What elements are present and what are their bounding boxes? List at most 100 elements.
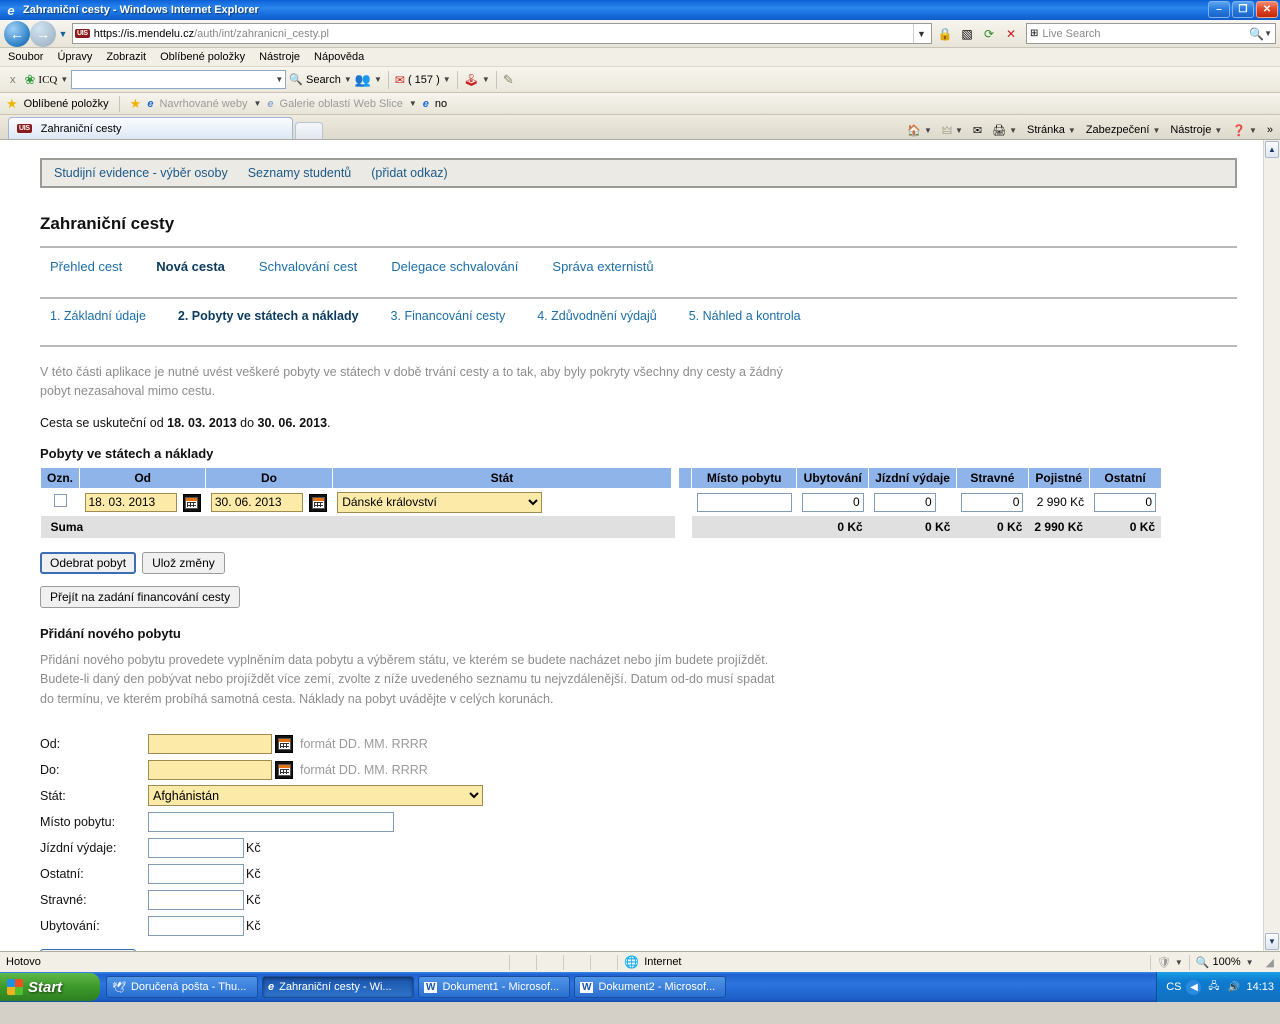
menu-nastroje[interactable]: Nástroje — [259, 51, 300, 63]
breadcrumb-item-studijni-evidence[interactable]: Studijní evidence - výběr osoby — [54, 166, 228, 180]
mail-icon[interactable]: ✉ — [970, 122, 985, 139]
menu-zobrazit[interactable]: Zobrazit — [106, 51, 146, 63]
add-do-input[interactable] — [148, 759, 272, 780]
icq-history-dropdown-icon[interactable]: ▼ — [275, 75, 283, 84]
page-scrollbar[interactable]: ▲ ▼ — [1263, 140, 1280, 951]
recent-pages-dropdown-icon[interactable]: ▼ — [56, 29, 70, 39]
address-bar[interactable]: UIS https://is.mendelu.cz/auth/int/zahra… — [72, 23, 932, 44]
row-place-input[interactable] — [696, 492, 792, 512]
security-menu[interactable]: Zabezpečení ▼ — [1083, 122, 1164, 138]
icq-search-input[interactable]: ▼ — [71, 70, 287, 89]
icq-search-icon[interactable]: 🔍 — [289, 73, 303, 86]
add-other-input[interactable] — [148, 863, 244, 884]
row-accommodation-input[interactable] — [801, 492, 864, 512]
tab-prehled-cest[interactable]: Přehled cest — [50, 259, 122, 274]
icq-games-dropdown-icon[interactable]: ▼ — [482, 75, 490, 84]
zoom-dropdown-icon[interactable]: ▼ — [1246, 958, 1254, 967]
save-changes-button[interactable]: Ulož změny — [142, 551, 225, 574]
favorites-star-icon[interactable]: ★ — [6, 96, 18, 112]
tab-schvalovani-cest[interactable]: Schvalování cest — [259, 259, 357, 274]
icq-search-dropdown-icon[interactable]: ▼ — [344, 75, 352, 84]
row-checkbox[interactable] — [53, 494, 67, 508]
menu-napoveda[interactable]: Nápověda — [314, 51, 364, 63]
help-dropdown-icon[interactable]: ▼ — [1249, 126, 1257, 135]
step-2-pobyty-ve-statech[interactable]: 2. Pobyty ve státech a náklady — [178, 309, 359, 323]
link-no-label[interactable]: no — [435, 98, 447, 110]
add-accommodation-input[interactable] — [148, 915, 244, 936]
suggested-sites-dropdown-icon[interactable]: ▼ — [254, 99, 262, 108]
step-4-zduvodneni-vydaju[interactable]: 4. Zdůvodnění výdajů — [537, 309, 657, 323]
calendar-icon[interactable] — [309, 493, 328, 512]
step-5-nahled-a-kontrola[interactable]: 5. Náhled a kontrola — [689, 309, 801, 323]
volume-icon[interactable]: 🔊 — [1226, 980, 1241, 995]
search-provider-dropdown-icon[interactable]: ▼ — [1264, 29, 1272, 38]
page-dropdown-icon[interactable]: ▼ — [1068, 126, 1076, 135]
network-icon[interactable]: 🖧 — [1206, 980, 1221, 995]
home-dropdown-icon[interactable]: ▼ — [924, 126, 932, 135]
go-to-financing-button[interactable]: Přejít na zadání financování cesty — [40, 585, 241, 608]
icq-search-label[interactable]: Search — [306, 74, 341, 86]
taskbar-item-word-dokument2[interactable]: W Dokument2 - Microsof... — [574, 976, 726, 998]
print-icon[interactable]: 🖨 ▼ — [989, 122, 1020, 139]
row-state-select[interactable]: Dánské království — [337, 491, 543, 513]
command-bar-overflow-icon[interactable]: » — [1264, 122, 1276, 138]
add-meals-input[interactable] — [148, 889, 244, 910]
add-travel-input[interactable] — [148, 837, 244, 858]
row-do-input[interactable] — [210, 492, 303, 512]
help-icon[interactable]: ❓ ▼ — [1229, 122, 1260, 139]
row-other-input[interactable] — [1094, 492, 1157, 512]
new-tab-button[interactable] — [295, 122, 323, 139]
add-state-select[interactable]: Afghánistán — [148, 785, 483, 807]
address-dropdown-icon[interactable]: ▼ — [913, 24, 929, 43]
menu-soubor[interactable]: Soubor — [8, 51, 43, 63]
tab-sprava-externistu[interactable]: Správa externistů — [552, 259, 653, 274]
icq-close-icon[interactable]: x — [4, 74, 22, 86]
minimize-button[interactable]: – — [1208, 1, 1230, 18]
favorites-label[interactable]: Oblíbené položky — [24, 98, 109, 110]
menu-upravy[interactable]: Úpravy — [57, 51, 92, 63]
taskbar-item-internet-explorer[interactable]: e Zahraniční cesty - Wi... — [262, 976, 414, 998]
security-dropdown-icon[interactable]: ▼ — [1152, 126, 1160, 135]
menu-oblibene-polozky[interactable]: Oblíbené položky — [160, 51, 245, 63]
search-box[interactable]: ⊞ Live Search 🔍 ▼ — [1026, 23, 1276, 44]
clock[interactable]: 14:13 — [1246, 981, 1274, 993]
add-place-input[interactable] — [148, 811, 394, 832]
compatibility-view-icon[interactable]: ▧ — [957, 23, 977, 44]
breadcrumb-item-pridat-odkaz[interactable]: (přidat odkaz) — [371, 166, 447, 180]
remove-stay-button[interactable]: Odebrat pobyt — [40, 551, 137, 574]
home-icon[interactable]: 🏠 ▼ — [904, 122, 935, 139]
add-to-favorites-icon[interactable]: ★ — [130, 96, 142, 112]
refresh-icon[interactable]: ⟳ — [979, 23, 999, 44]
forward-button[interactable]: → — [30, 20, 56, 47]
taskbar-item-word-dokument1[interactable]: W Dokument1 - Microsof... — [418, 976, 570, 998]
search-icon[interactable]: 🔍 — [1249, 27, 1264, 41]
protected-mode-dropdown-icon[interactable]: ▼ — [1175, 958, 1183, 967]
taskbar-item-thunderbird[interactable]: 🕊 Doručená pošta - Thu... — [106, 976, 258, 998]
tray-expand-icon[interactable]: ◀ — [1186, 979, 1202, 995]
icq-mail-dropdown-icon[interactable]: ▼ — [443, 75, 451, 84]
suggested-sites-label[interactable]: Navrhované weby — [159, 98, 247, 110]
step-3-financovani-cesty[interactable]: 3. Financování cesty — [391, 309, 506, 323]
scroll-down-icon[interactable]: ▼ — [1265, 933, 1279, 950]
close-button[interactable]: ✕ — [1256, 1, 1278, 18]
back-button[interactable]: ← — [4, 20, 30, 47]
protected-mode-icon[interactable]: 🛡 ▼ — [1151, 952, 1189, 972]
web-slice-gallery-label[interactable]: Galerie oblastí Web Slice — [280, 98, 403, 110]
icq-contacts-icon[interactable]: 👥 — [355, 72, 371, 88]
page-menu[interactable]: Stránka ▼ — [1024, 122, 1079, 138]
tools-menu[interactable]: Nástroje ▼ — [1167, 122, 1225, 138]
resize-grip-icon[interactable]: ◢ — [1260, 952, 1280, 972]
icq-mail-count[interactable]: ( 157 ) — [408, 74, 440, 86]
stop-icon[interactable]: ✕ — [1001, 23, 1021, 44]
security-zone[interactable]: 🌐 Internet — [618, 952, 687, 972]
start-button[interactable]: Start — [0, 973, 100, 1001]
web-slice-dropdown-icon[interactable]: ▼ — [409, 99, 417, 108]
calendar-icon[interactable] — [182, 493, 201, 512]
row-meals-input[interactable] — [961, 492, 1024, 512]
add-stay-submit-button-clipped[interactable] — [40, 948, 136, 951]
tab-delegace-schvalovani[interactable]: Delegace schvalování — [391, 259, 518, 274]
scroll-up-icon[interactable]: ▲ — [1265, 141, 1279, 158]
icq-pen-icon[interactable]: ✎ — [503, 72, 514, 88]
zoom-control[interactable]: 🔍 100% ▼ — [1190, 952, 1260, 972]
add-od-input[interactable] — [148, 733, 272, 754]
